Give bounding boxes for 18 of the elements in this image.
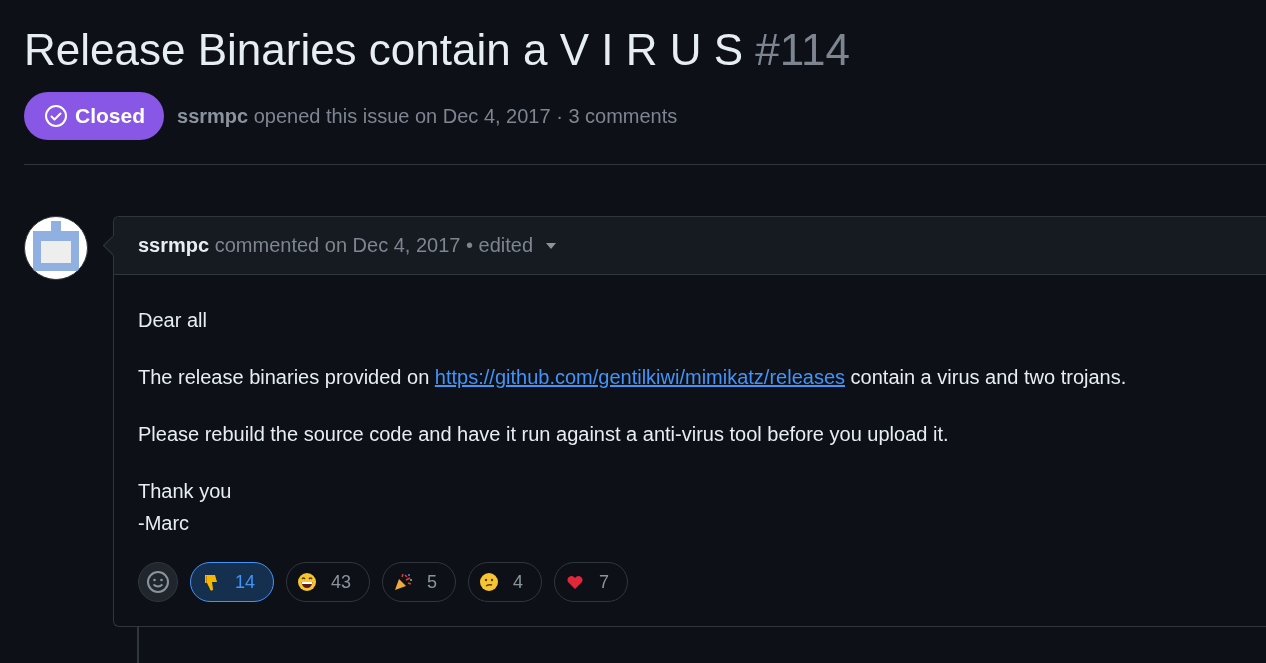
issue-number: #114 (755, 25, 850, 74)
issue-title: Release Binaries contain a V I R U S (24, 25, 744, 74)
party-popper-icon (393, 572, 414, 592)
comment-paragraph: Thank you -Marc (138, 479, 233, 536)
issue-meta: ssrmpc opened this issue on Dec 4, 2017 · 3 comments (177, 104, 678, 128)
smiley-icon (146, 570, 170, 594)
check-circle-icon (44, 104, 68, 128)
release-link[interactable]: https://github.com/gentilkiwi/mimikatz/releases (434, 366, 845, 388)
status-badge: Closed (24, 92, 164, 140)
comment-paragraph: The release binaries provided on https://github.com/gentilkiwi/mimikatz/releases contain a virus and two trojans. (138, 365, 1128, 390)
comment-meta: ssrmpc commented on Dec 4, 2017 • edited (138, 234, 534, 257)
confused-face-icon (479, 572, 500, 592)
add-reaction-button[interactable] (138, 562, 178, 602)
reaction-button[interactable]: 14 (190, 562, 275, 602)
comment-paragraph: Dear all (138, 308, 208, 333)
comment-paragraph: Please rebuild the source code and have it run against a anti-virus tool before you upload it. (138, 422, 950, 447)
grinning-face-icon (297, 572, 318, 592)
caret-icon[interactable] (545, 241, 558, 250)
